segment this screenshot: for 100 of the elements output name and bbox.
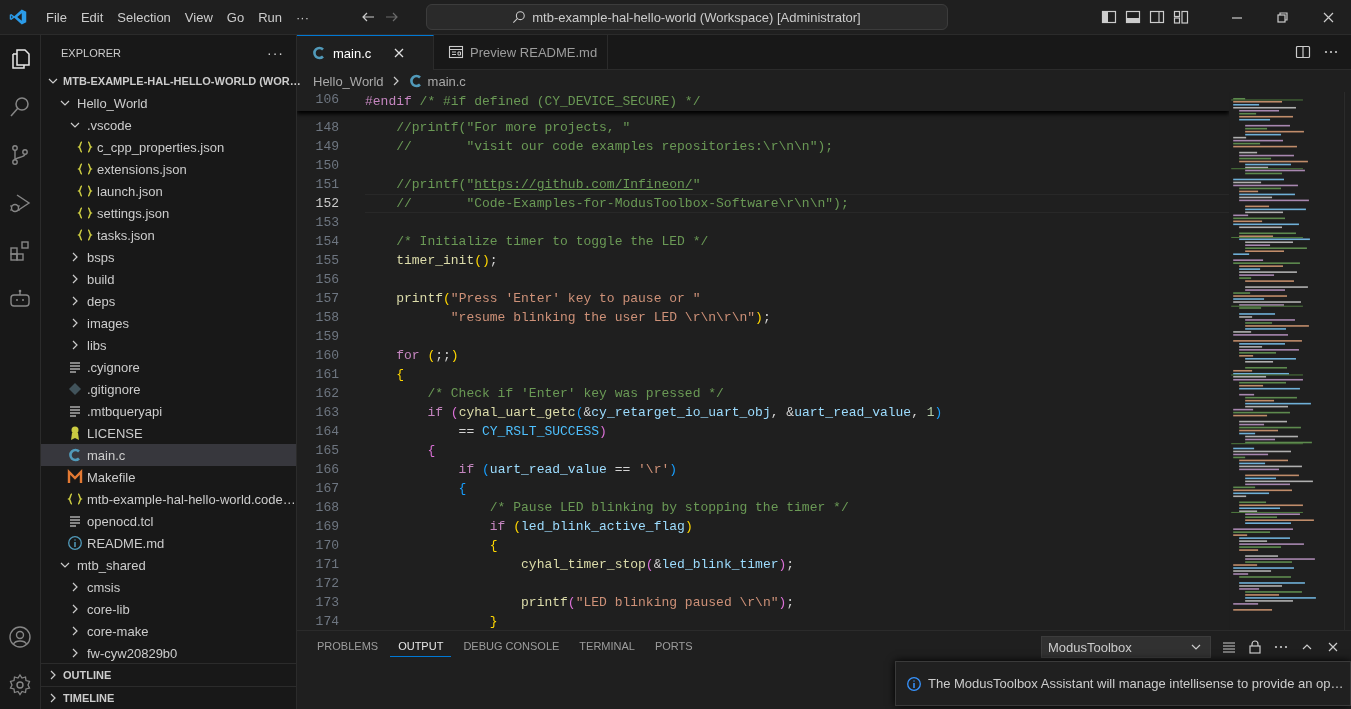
menu-item[interactable]: Run <box>251 6 289 28</box>
line-number: 173 <box>314 595 340 610</box>
tree-item[interactable]: README.md <box>41 532 296 554</box>
line-number: 158 <box>314 310 340 325</box>
tree-item[interactable]: mtb-example-hal-hello-world.code… <box>41 488 296 510</box>
tree-item[interactable]: core-lib <box>41 598 296 620</box>
text-lines-icon <box>67 513 83 529</box>
json-braces-icon <box>77 183 93 199</box>
code-line: if (uart_read_value == '\r') <box>457 461 679 479</box>
code-line: == CY_RSLT_SUCCESS) <box>457 423 608 441</box>
text-lines-icon <box>67 403 83 419</box>
settings-icon[interactable] <box>8 673 32 697</box>
link[interactable]: https://github.com/Infineon/ <box>474 177 693 192</box>
tree-item[interactable]: extensions.json <box>41 158 296 180</box>
split-editor-icon[interactable] <box>1295 44 1311 60</box>
tree-item[interactable]: Hello_World <box>41 92 296 114</box>
command-center[interactable]: mtb-example-hal-hello-world (Workspace) [Administrator] <box>425 4 948 30</box>
line-number: 156 <box>314 272 340 287</box>
search-icon[interactable] <box>8 95 32 119</box>
line-number: 167 <box>314 481 340 496</box>
tree-item[interactable]: .mtbqueryapi <box>41 400 296 422</box>
tree-item[interactable]: core-make <box>41 620 296 642</box>
tree-item[interactable]: openocd.tcl <box>41 510 296 532</box>
code-line: if (cyhal_uart_getc(&cy_retarget_io_uart_obj, &uart_read_value, 1) <box>426 404 944 422</box>
line-number: 149 <box>314 139 340 154</box>
line-number: 161 <box>314 367 340 382</box>
code-line: { <box>395 366 405 384</box>
code-line: /* Check if 'Enter' key was pressed */ <box>426 385 725 403</box>
tree-item[interactable]: launch.json <box>41 180 296 202</box>
more-actions-button[interactable]: ··· <box>267 44 284 61</box>
more-menu-button[interactable]: ··· <box>289 6 316 28</box>
tree-item[interactable]: .gitignore <box>41 378 296 400</box>
line-number: 148 <box>314 120 340 135</box>
tree-item[interactable]: mtb_shared <box>41 554 296 576</box>
tree-item[interactable]: deps <box>41 290 296 312</box>
menu-item[interactable]: Selection <box>110 6 178 28</box>
tree-item[interactable]: fw-cyw20829b0 <box>41 642 296 663</box>
menu-item[interactable]: View <box>177 6 220 28</box>
panel-tab[interactable]: DEBUG CONSOLE <box>455 636 568 657</box>
tree-item[interactable]: LICENSE <box>41 422 296 444</box>
menu-item[interactable]: Go <box>219 6 252 28</box>
m-letter-icon <box>67 469 83 485</box>
restore-icon[interactable] <box>1276 11 1288 23</box>
tree-item[interactable]: .cyignore <box>41 356 296 378</box>
tree-item[interactable]: bsps <box>41 246 296 268</box>
line-number: 106 <box>314 92 340 109</box>
menu-item[interactable]: Edit <box>73 6 111 28</box>
account-icon[interactable] <box>8 625 32 649</box>
code-line: { <box>488 537 499 555</box>
tree-item[interactable]: cmsis <box>41 576 296 598</box>
editor-tab[interactable]: main.c <box>297 35 434 70</box>
code-line: #endif /* #if defined (CY_DEVICE_SECURE) */ <box>365 93 702 111</box>
code-line: printf("Press 'Enter' key to pause or " <box>395 290 702 308</box>
section-header[interactable]: TIMELINE <box>41 687 296 709</box>
section-header[interactable]: OUTLINE <box>41 664 296 686</box>
breadcrumb-item[interactable]: Hello_World <box>313 73 384 89</box>
menu-item[interactable]: File <box>39 6 74 28</box>
output-channel-dropdown[interactable]: ModusToolbox <box>1041 636 1211 658</box>
secondary-sidebar-icon[interactable] <box>1149 9 1165 25</box>
line-number: 164 <box>314 424 340 439</box>
tree-item[interactable]: libs <box>41 334 296 356</box>
close-icon[interactable] <box>1322 11 1334 23</box>
sidebar-toggle-icon[interactable] <box>1101 9 1117 25</box>
line-number: 150 <box>314 158 340 173</box>
panel-toggle-icon[interactable] <box>1125 9 1141 25</box>
tree-item[interactable]: images <box>41 312 296 334</box>
tree-item[interactable]: main.c <box>41 444 296 466</box>
panel-tab[interactable]: TERMINAL <box>571 636 643 657</box>
code-line: if (led_blink_active_flag) <box>488 518 694 536</box>
tree-item[interactable]: c_cpp_properties.json <box>41 136 296 158</box>
code-line: /* Pause LED blinking by stopping the timer */ <box>488 499 850 517</box>
panel-tab[interactable]: OUTPUT <box>390 636 452 657</box>
list-icon[interactable] <box>1221 639 1237 655</box>
code-line: cyhal_timer_stop(&led_blink_timer); <box>520 556 796 574</box>
json-braces-icon <box>77 139 93 155</box>
line-number: 152 <box>314 196 340 211</box>
layout-icon[interactable] <box>1173 9 1189 25</box>
code-line: } <box>488 613 499 630</box>
tree-item[interactable]: build <box>41 268 296 290</box>
line-number: 157 <box>314 291 340 306</box>
preview-icon <box>448 44 464 60</box>
tree-item[interactable]: .vscode <box>41 114 296 136</box>
search-icon <box>512 10 527 24</box>
tree-item[interactable]: settings.json <box>41 202 296 224</box>
panel-tab[interactable]: PROBLEMS <box>309 636 387 657</box>
line-number: 163 <box>314 405 340 420</box>
line-number: 166 <box>314 462 340 477</box>
run-debug-icon[interactable] <box>8 191 32 215</box>
breadcrumb-item[interactable]: main.c <box>407 73 466 89</box>
tree-item[interactable]: Makefile <box>41 466 296 488</box>
panel-tab[interactable]: PORTS <box>646 636 701 657</box>
line-number: 174 <box>314 614 340 629</box>
tree-item[interactable]: tasks.json <box>41 224 296 246</box>
extensions-icon[interactable] <box>8 239 32 263</box>
line-number: 168 <box>314 500 340 515</box>
line-number: 151 <box>314 177 340 192</box>
lock-icon[interactable] <box>1247 639 1263 655</box>
line-number: 169 <box>314 519 340 534</box>
c-letter-icon <box>67 447 83 463</box>
notification-text: The ModusToolbox Assistant will manage intellisense to provide an op… <box>928 676 1344 691</box>
